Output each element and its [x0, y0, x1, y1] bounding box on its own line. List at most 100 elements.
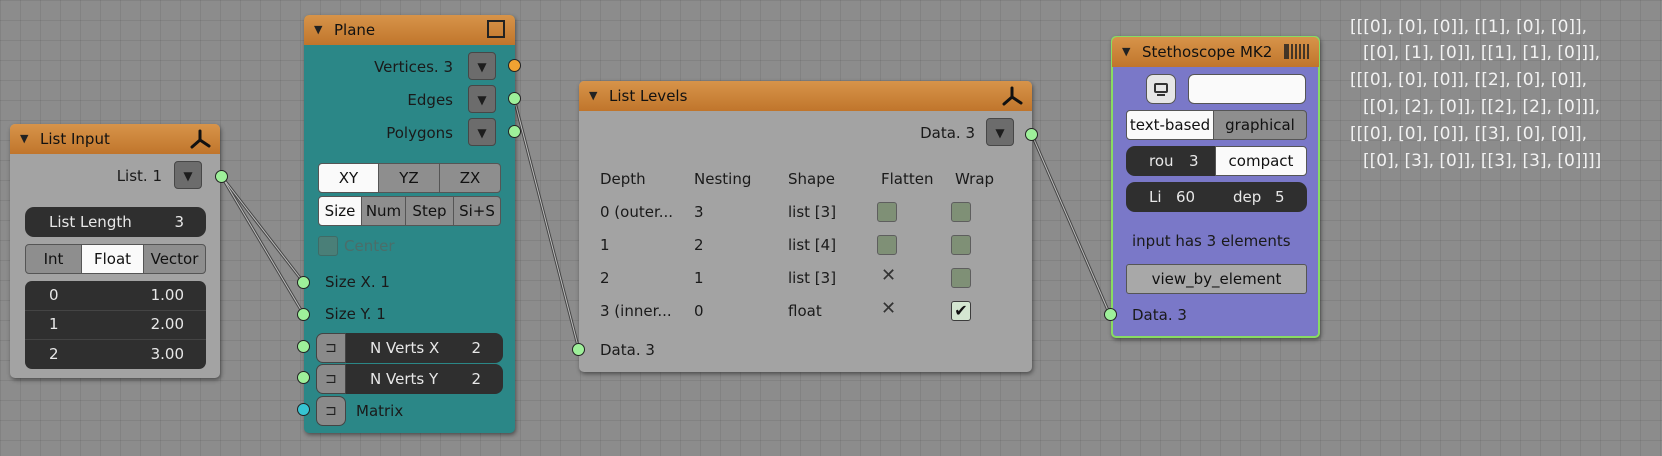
- grid-toggle-icon[interactable]: [1284, 44, 1309, 59]
- list-levels-node[interactable]: ▼ List Levels Data. 3 ▼ Depth Nesting Sh…: [579, 81, 1032, 372]
- lines-field[interactable]: Li 60: [1126, 182, 1216, 212]
- list-output-socket[interactable]: [215, 170, 228, 183]
- plane-xy-button[interactable]: XY: [318, 163, 379, 193]
- edges-output-label: Edges: [407, 91, 453, 109]
- mode-size-button[interactable]: Size: [318, 196, 362, 226]
- matrix-link-icon[interactable]: ⊐: [316, 396, 346, 426]
- row-depth: 2: [600, 269, 610, 287]
- data-output-socket[interactable]: [1025, 128, 1038, 141]
- center-checkbox[interactable]: [318, 236, 338, 256]
- graphical-button[interactable]: graphical: [1213, 110, 1307, 140]
- item-value: 2.00: [150, 315, 184, 333]
- compact-toggle[interactable]: compact: [1215, 146, 1307, 176]
- node-title: List Levels: [609, 87, 688, 105]
- edges-dropdown[interactable]: ▼: [468, 85, 496, 113]
- plane-node[interactable]: ▼ Plane Vertices. 3 ▼ Edges ▼ Polygons ▼…: [304, 15, 515, 433]
- vertices-dropdown[interactable]: ▼: [468, 52, 496, 80]
- matrix-input-socket[interactable]: [297, 403, 310, 416]
- row-depth: 1: [600, 236, 610, 254]
- flatten-checkbox[interactable]: [877, 235, 897, 255]
- list-levels-header[interactable]: ▼ List Levels: [579, 81, 1032, 111]
- plane-yz-button[interactable]: YZ: [378, 163, 440, 193]
- stethoscope-header[interactable]: ▼ Stethoscope MK2: [1112, 37, 1319, 67]
- edges-output-socket[interactable]: [508, 92, 521, 105]
- vertices-output-socket[interactable]: [508, 59, 521, 72]
- plane-direction-selector: XY YZ ZX: [318, 163, 501, 193]
- wrap-checkbox[interactable]: [951, 235, 971, 255]
- type-vector-button[interactable]: Vector: [143, 244, 206, 274]
- node-title: Plane: [334, 21, 376, 39]
- output-line: [[[0], [0], [0]], [[1], [0], [0]],: [1350, 17, 1588, 37]
- plane-zx-button[interactable]: ZX: [439, 163, 501, 193]
- view-by-element-button[interactable]: view_by_element: [1126, 264, 1307, 294]
- list-input-node[interactable]: ▼ List Input List. 1 ▼ List Length 3 Int…: [10, 124, 220, 378]
- polygons-dropdown[interactable]: ▼: [468, 118, 496, 146]
- stethoscope-node[interactable]: ▼ Stethoscope MK2 text-based graphical r…: [1111, 36, 1320, 338]
- preview-toggle-icon[interactable]: [487, 20, 505, 38]
- link-socket-icon[interactable]: ⊐: [316, 333, 346, 363]
- collapse-triangle-icon[interactable]: ▼: [1122, 45, 1130, 58]
- flatten-checkbox[interactable]: [877, 202, 897, 222]
- collapse-triangle-icon[interactable]: ▼: [20, 132, 28, 145]
- n-verts-x-field[interactable]: ⊐ N Verts X 2: [316, 333, 503, 363]
- data-input-socket[interactable]: [572, 343, 585, 356]
- sverchok-logo-icon: [1002, 86, 1023, 106]
- stethoscope-input-socket[interactable]: [1104, 308, 1117, 321]
- row-shape: list [3]: [788, 203, 837, 221]
- list-item-row[interactable]: 2 3.00: [25, 339, 206, 369]
- collapse-triangle-icon[interactable]: ▼: [589, 89, 597, 102]
- n-verts-x-label: N Verts X: [370, 339, 440, 357]
- data-output-label: Data. 3: [920, 124, 975, 142]
- list-input-header[interactable]: ▼ List Input: [10, 124, 220, 154]
- list-item-row[interactable]: 0 1.00: [25, 281, 206, 311]
- output-line: [[0], [1], [0]], [[1], [1], [0]]],: [1363, 43, 1601, 63]
- wrap-checkbox[interactable]: [951, 268, 971, 288]
- row-depth: 3 (inner...: [600, 302, 672, 320]
- list-item-row[interactable]: 1 2.00: [25, 310, 206, 340]
- rounding-field[interactable]: rou 3: [1126, 146, 1216, 176]
- mode-num-button[interactable]: Num: [361, 196, 406, 226]
- polygons-output-socket[interactable]: [508, 125, 521, 138]
- sverchok-logo-icon: [190, 129, 211, 149]
- size-y-input-socket[interactable]: [297, 308, 310, 321]
- lines-value: 60: [1176, 188, 1196, 206]
- list-output-label: List. 1: [116, 167, 162, 185]
- item-value: 3.00: [150, 345, 184, 363]
- mode-step-button[interactable]: Step: [405, 196, 454, 226]
- list-output-dropdown[interactable]: ▼: [174, 161, 202, 189]
- wrap-checkbox[interactable]: [951, 202, 971, 222]
- size-x-input-label: Size X. 1: [325, 273, 390, 291]
- list-length-field[interactable]: List Length 3: [25, 207, 206, 237]
- rounding-value: 3: [1189, 152, 1199, 170]
- item-value: 1.00: [150, 286, 184, 304]
- monitor-toggle-button[interactable]: [1146, 74, 1176, 104]
- monitor-icon: [1154, 83, 1168, 96]
- size-x-input-socket[interactable]: [297, 276, 310, 289]
- n-verts-x-input-socket[interactable]: [297, 340, 310, 353]
- rounding-label: rou: [1149, 152, 1174, 170]
- wrap-checkbox-checked[interactable]: ✔: [951, 301, 971, 321]
- text-based-button[interactable]: text-based: [1126, 110, 1214, 140]
- depth-value: 5: [1275, 188, 1285, 206]
- output-line: [[0], [2], [0]], [[2], [2], [0]]],: [1363, 97, 1601, 117]
- type-float-button[interactable]: Float: [81, 244, 144, 274]
- display-mode-selector: text-based graphical: [1126, 110, 1307, 140]
- type-int-button[interactable]: Int: [25, 244, 82, 274]
- n-verts-y-input-socket[interactable]: [297, 371, 310, 384]
- text-field[interactable]: [1188, 74, 1306, 104]
- output-line: [[[0], [0], [0]], [[2], [0], [0]],: [1350, 70, 1588, 90]
- collapse-triangle-icon[interactable]: ▼: [314, 23, 322, 36]
- header-shape: Shape: [788, 170, 835, 188]
- row-nesting: 0: [694, 302, 704, 320]
- mode-size-step-button[interactable]: Si+S: [453, 196, 501, 226]
- data-output-dropdown[interactable]: ▼: [986, 118, 1014, 146]
- n-verts-y-label: N Verts Y: [370, 370, 439, 388]
- link-socket-icon[interactable]: ⊐: [316, 364, 346, 394]
- info-text: input has 3 elements: [1132, 232, 1291, 250]
- n-verts-y-field[interactable]: ⊐ N Verts Y 2: [316, 364, 503, 394]
- row-shape: list [4]: [788, 236, 837, 254]
- depth-field[interactable]: dep 5: [1215, 182, 1307, 212]
- dimension-mode-selector: Size Num Step Si+S: [318, 196, 501, 226]
- plane-header[interactable]: ▼ Plane: [304, 15, 515, 45]
- item-index: 0: [49, 286, 59, 304]
